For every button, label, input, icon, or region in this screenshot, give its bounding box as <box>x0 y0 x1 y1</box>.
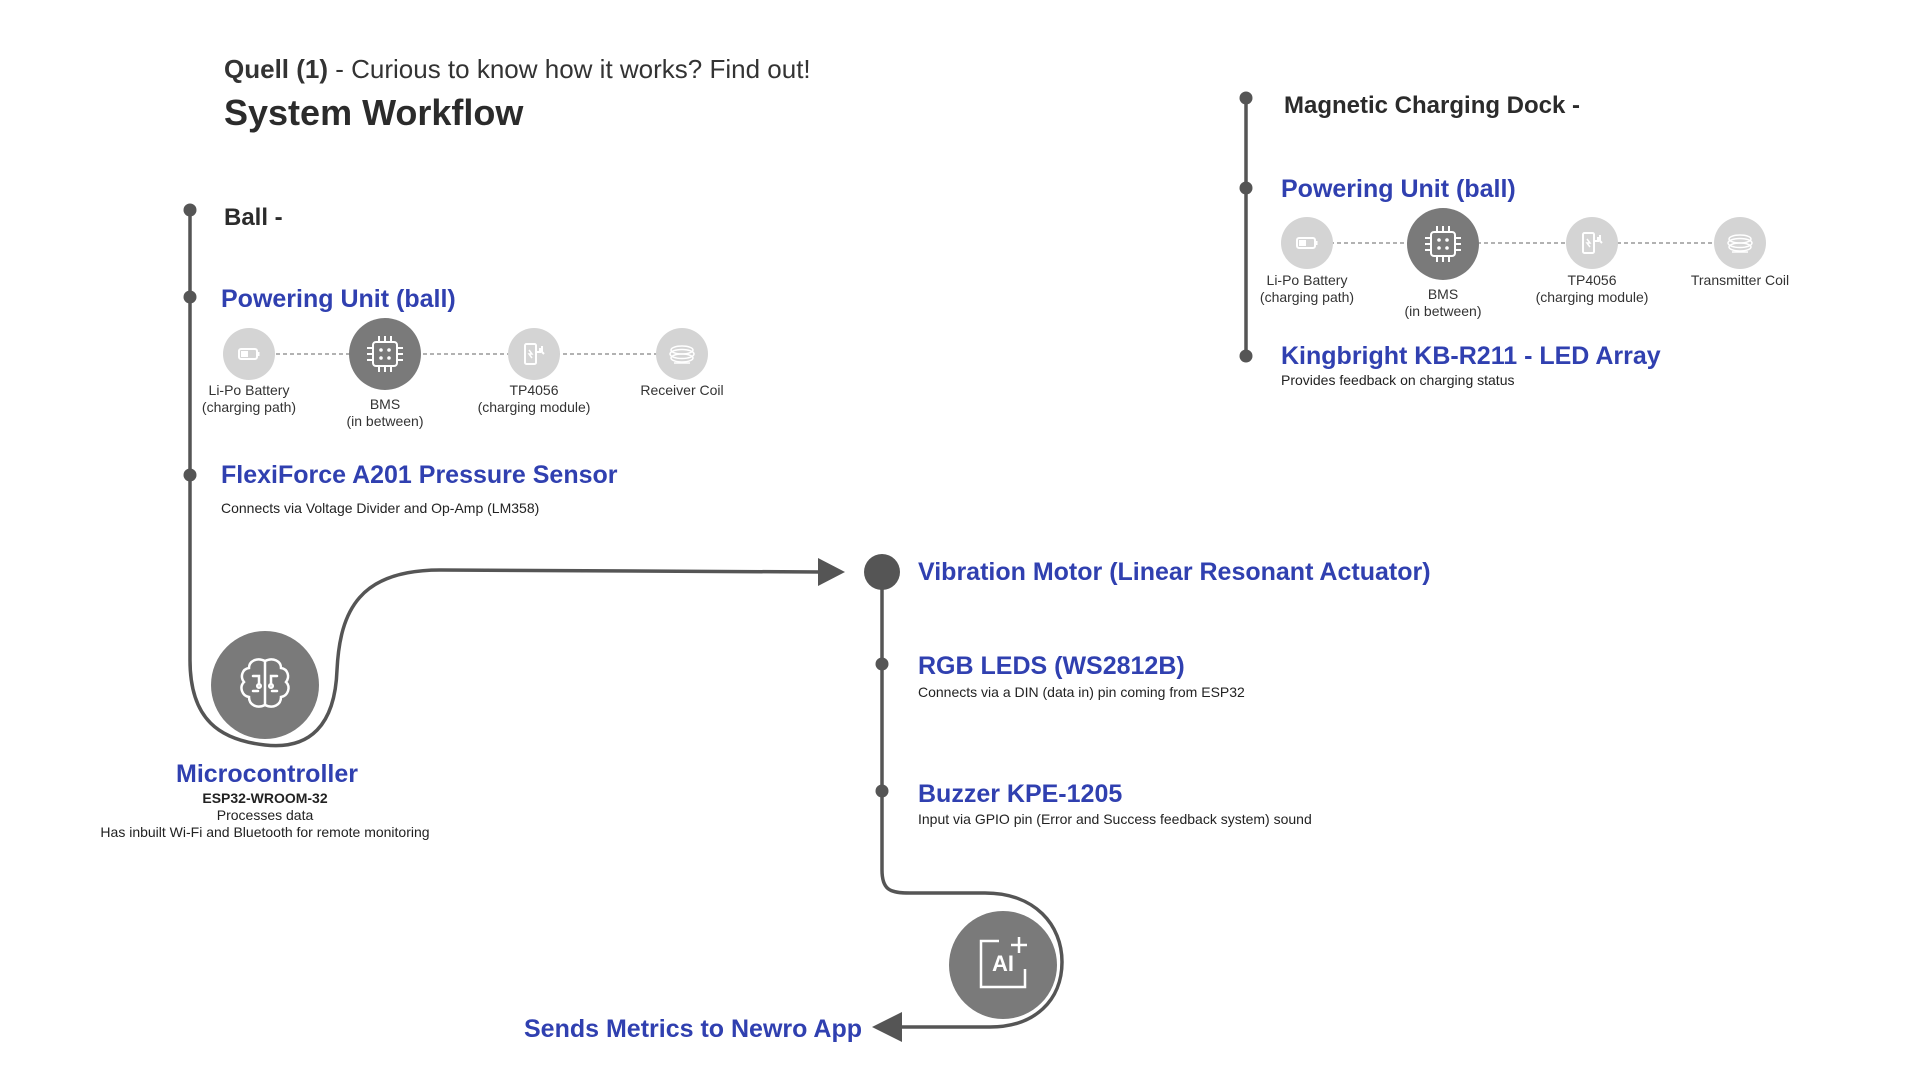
dock-coil-node <box>1714 217 1766 269</box>
charging-module-icon <box>524 343 545 365</box>
ball-tp4056-caption-2: (charging module) <box>477 399 591 415</box>
microcontroller-details: ESP32-WROOM-32 Processes data Has inbuil… <box>60 790 470 841</box>
ball-battery-caption-2: (charging path) <box>201 399 297 415</box>
ball-timeline-dot <box>183 203 197 217</box>
dock-battery-node <box>1281 217 1333 269</box>
dock-tp4056-caption: TP4056 (charging module) <box>1522 272 1662 306</box>
chip-icon <box>1425 226 1461 262</box>
ball-tp4056-caption-1: TP4056 <box>509 382 559 398</box>
ai-node: AI <box>949 911 1057 1019</box>
dock-tp4056-caption-1: TP4056 <box>1567 272 1617 288</box>
dock-bms-node <box>1407 208 1479 280</box>
ball-powering-title: Powering Unit (ball) <box>221 285 456 313</box>
ball-tp4056-node <box>508 328 560 380</box>
dock-battery-caption-1: Li-Po Battery <box>1266 272 1348 288</box>
ball-coil-node <box>656 328 708 380</box>
tagline: - Curious to know how it works? Find out… <box>328 54 811 84</box>
battery-icon <box>1296 237 1318 249</box>
ball-battery-node <box>223 328 275 380</box>
final-label: Sends Metrics to Newro App <box>524 1015 863 1043</box>
dock-bms-caption-2: (in between) <box>1404 303 1482 319</box>
ball-coil-caption-1: Receiver Coil <box>640 382 724 398</box>
dock-battery-caption-2: (charging path) <box>1259 289 1355 305</box>
buzzer-title: Buzzer KPE-1205 <box>918 780 1123 808</box>
ball-bms-node <box>349 318 421 390</box>
ball-bms-caption-1: BMS <box>369 396 401 412</box>
dock-led-dot <box>1239 349 1253 363</box>
ball-battery-caption-1: Li-Po Battery <box>208 382 290 398</box>
dock-led-title: Kingbright KB-R211 - LED Array <box>1281 342 1661 370</box>
dock-label: Magnetic Charging Dock - <box>1284 92 1581 119</box>
dock-led-desc: Provides feedback on charging status <box>1281 372 1515 388</box>
ball-battery-caption: Li-Po Battery (charging path) <box>188 382 310 416</box>
microcontroller-line2: Has inbuilt Wi-Fi and Bluetooth for remo… <box>100 824 430 840</box>
rgb-dot <box>875 657 889 671</box>
dock-coil-caption: Transmitter Coil <box>1670 272 1810 289</box>
dock-battery-caption: Li-Po Battery (charging path) <box>1246 272 1368 306</box>
motor-title: Vibration Motor (Linear Resonant Actuato… <box>918 558 1431 586</box>
sensor-title: FlexiForce A201 Pressure Sensor <box>221 461 618 489</box>
dock-tp4056-node <box>1566 217 1618 269</box>
battery-icon <box>238 348 260 360</box>
dock-powering-title: Powering Unit (ball) <box>1281 175 1516 203</box>
chip-icon <box>367 336 403 372</box>
dock-powering-dot <box>1239 181 1253 195</box>
buzzer-dot <box>875 784 889 798</box>
coil-icon <box>1727 234 1753 253</box>
rgb-desc: Connects via a DIN (data in) pin coming … <box>918 684 1245 700</box>
page-title: System Workflow <box>224 92 524 133</box>
dock-coil-caption-1: Transmitter Coil <box>1690 272 1790 288</box>
arrow-to-motor-icon <box>818 558 845 586</box>
header-tagline-line: Quell (1) - Curious to know how it works… <box>224 54 811 85</box>
microcontroller-model: ESP32-WROOM-32 <box>202 790 328 806</box>
brain-icon <box>240 658 290 708</box>
microcontroller-title: Microcontroller <box>176 760 358 788</box>
microcontroller-node <box>211 631 319 739</box>
rgb-title: RGB LEDS (WS2812B) <box>918 652 1185 680</box>
sensor-desc: Connects via Voltage Divider and Op-Amp … <box>221 500 540 516</box>
dock-timeline-dot <box>1239 91 1253 105</box>
dock-tp4056-caption-2: (charging module) <box>1535 289 1649 305</box>
ball-bms-caption: BMS (in between) <box>325 396 445 430</box>
coil-icon <box>669 345 695 364</box>
ball-bms-caption-2: (in between) <box>346 413 424 429</box>
motor-node <box>864 554 900 590</box>
buzzer-desc: Input via GPIO pin (Error and Success fe… <box>918 811 1312 827</box>
ball-powering-dot <box>183 290 197 304</box>
dock-bms-caption-1: BMS <box>1427 286 1459 302</box>
charging-module-icon <box>1582 232 1603 254</box>
ball-coil-caption: Receiver Coil <box>622 382 742 399</box>
brand-name: Quell (1) <box>224 54 329 84</box>
ball-sensor-dot <box>183 468 197 482</box>
dock-bms-caption: BMS (in between) <box>1383 286 1503 320</box>
ai-icon-text: AI <box>992 951 1014 976</box>
arrow-to-app-icon <box>872 1012 902 1042</box>
ball-tp4056-caption: TP4056 (charging module) <box>464 382 604 416</box>
ball-label: Ball - <box>224 204 283 231</box>
microcontroller-line1: Processes data <box>216 807 314 823</box>
